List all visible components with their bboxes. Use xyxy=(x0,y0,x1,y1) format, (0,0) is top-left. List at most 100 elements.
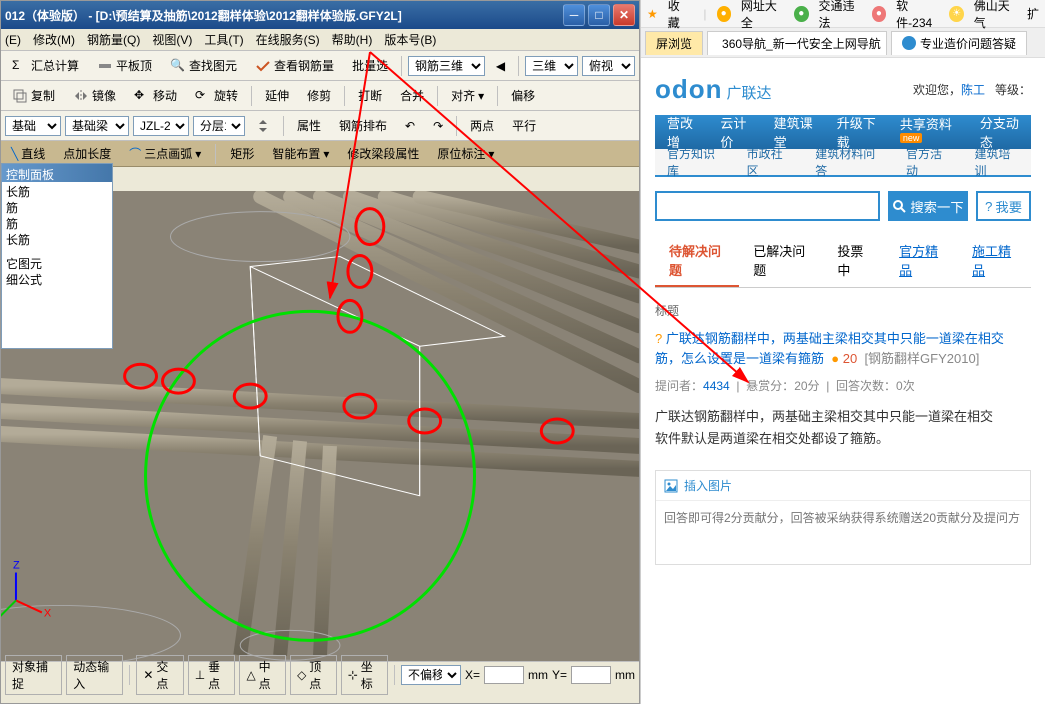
edit-beam-button[interactable]: 修改梁段属性 xyxy=(341,143,425,164)
subnav-item[interactable]: 建筑材料问答 xyxy=(803,145,894,179)
browser-tab[interactable]: 360导航_新一代安全上网导航 xyxy=(707,31,887,55)
insert-picture-button[interactable]: 插入图片 xyxy=(656,471,1030,501)
menu-tools[interactable]: 工具(T) xyxy=(204,31,243,48)
question-tag: [钢筋翻样GFY2010] xyxy=(864,351,979,366)
mirror-button[interactable]: 镜像 xyxy=(66,84,123,107)
rect-button[interactable]: 矩形 xyxy=(224,143,260,164)
category-select[interactable]: 基础 xyxy=(5,116,61,136)
maximize-button[interactable]: □ xyxy=(588,4,610,26)
menu-view[interactable]: 视图(V) xyxy=(152,31,192,48)
fav-link-siteall[interactable]: 网址大全 xyxy=(741,0,784,31)
flat-top-button[interactable]: 平板顶 xyxy=(90,54,159,77)
fav-link-more[interactable]: 扩 xyxy=(1027,5,1039,22)
minimize-button[interactable]: ─ xyxy=(563,4,585,26)
check-rebar-button[interactable]: 查看钢筋量 xyxy=(248,54,341,77)
search-input[interactable] xyxy=(655,191,880,221)
menu-online[interactable]: 在线服务(S) xyxy=(256,31,320,48)
dyn-input-button[interactable]: 动态输入 xyxy=(66,655,123,695)
subnav-item[interactable]: 建筑培训 xyxy=(963,145,1032,179)
ask-button[interactable]: ?我要 xyxy=(976,191,1031,221)
osnap-button[interactable]: 对象捕捉 xyxy=(5,655,62,695)
trim-button[interactable]: 修剪 xyxy=(300,84,338,107)
snap-peak-button[interactable]: ◇ 顶点 xyxy=(290,655,337,695)
redo-button[interactable]: ↷ xyxy=(426,116,450,136)
x-input[interactable] xyxy=(484,666,524,684)
nav-prev-button[interactable]: ◀ xyxy=(489,56,512,76)
browser-tab[interactable]: 屏浏览 xyxy=(645,31,703,55)
user-link[interactable]: 陈工 xyxy=(961,83,985,97)
type-select[interactable]: 基础梁 xyxy=(65,116,129,136)
question-title: ? 广联达钢筋翻样中，两基础主梁相交其中只能一道梁在相交 筋，怎么设置是一道梁有… xyxy=(655,329,1031,369)
panel-item[interactable]: 筋 xyxy=(6,200,108,216)
search-button[interactable]: 搜索一下 xyxy=(888,191,968,221)
browser-tab[interactable]: 专业造价问题答疑 xyxy=(891,31,1027,55)
panel-item[interactable]: 长筋 xyxy=(6,232,108,248)
rebar-3d-select[interactable]: 钢筋三维 xyxy=(408,56,485,76)
offset-mode-select[interactable]: 不偏移 xyxy=(401,665,461,685)
menu-version[interactable]: 版本号(B) xyxy=(384,31,436,48)
mm-label: mm xyxy=(615,668,635,682)
subnav-item[interactable]: 官方活动 xyxy=(894,145,963,179)
extend-button[interactable]: 延伸 xyxy=(258,84,296,107)
subnav-item[interactable]: 市政社区 xyxy=(735,145,804,179)
question-link[interactable]: 筋，怎么设置是一道梁有箍筋 xyxy=(655,351,824,366)
batch-select-button[interactable]: 批量选 xyxy=(345,54,395,77)
tab-official[interactable]: 官方精品 xyxy=(885,235,958,287)
line-button[interactable]: ╲ 直线 xyxy=(5,143,51,164)
parallel-button[interactable]: 平行 xyxy=(505,114,543,137)
spinner-button[interactable] xyxy=(249,115,277,137)
find-shape-button[interactable]: 🔍查找图元 xyxy=(163,54,244,77)
calc-button[interactable]: Σ汇总计算 xyxy=(5,54,86,77)
rotate-button[interactable]: ⟳旋转 xyxy=(188,84,245,107)
fav-link-software[interactable]: 软件-234 xyxy=(896,0,939,31)
panel-item[interactable]: 细公式 xyxy=(6,272,108,288)
smart-place-button[interactable]: 智能布置 ▾ xyxy=(266,143,335,164)
split-button[interactable]: 打断 xyxy=(351,84,389,107)
tab-voting[interactable]: 投票中 xyxy=(823,235,885,287)
tab-pending[interactable]: 待解决问题 xyxy=(655,235,739,287)
offset-button[interactable]: 偏移 xyxy=(504,84,542,107)
tab-solved[interactable]: 已解决问题 xyxy=(739,235,823,287)
perspective-select[interactable]: 俯视 xyxy=(582,56,635,76)
menu-edit[interactable]: (E) xyxy=(5,33,21,47)
snap-perpend-button[interactable]: ⊥ 垂点 xyxy=(188,655,236,695)
layer-select[interactable]: 分层1 xyxy=(193,116,245,136)
panel-item[interactable]: 长筋 xyxy=(6,184,108,200)
undo-button[interactable]: ↶ xyxy=(398,116,422,136)
tab-construction[interactable]: 施工精品 xyxy=(958,235,1031,287)
site-logo: odon xyxy=(655,74,723,105)
subnav-item[interactable]: 官方知识库 xyxy=(655,145,735,179)
origin-annotation-button[interactable]: 原位标注 ▾ xyxy=(431,143,500,164)
align-button[interactable]: 对齐 ▾ xyxy=(444,84,491,107)
fav-label[interactable]: 收藏 xyxy=(668,0,690,31)
snap-intersect-button[interactable]: ✕ 交点 xyxy=(136,655,183,695)
control-panel[interactable]: 控制面板 长筋 筋 筋 长筋 它图元 细公式 xyxy=(1,163,113,349)
question-link[interactable]: 广联达钢筋翻样中，两基础主梁相交其中只能一道梁在相交 xyxy=(666,331,1004,346)
panel-item[interactable]: 它图元 xyxy=(6,256,108,272)
y-label: Y= xyxy=(552,668,567,682)
move-button[interactable]: ✥移动 xyxy=(127,84,184,107)
y-input[interactable] xyxy=(571,666,611,684)
attributes-button[interactable]: 属性 xyxy=(290,114,328,137)
arc-button[interactable]: ⌒ 三点画弧 ▾ xyxy=(123,143,207,164)
two-point-button[interactable]: 两点 xyxy=(463,114,501,137)
add-length-button[interactable]: 点加长度 xyxy=(57,143,117,164)
answer-textarea[interactable] xyxy=(656,501,1030,561)
close-button[interactable]: ✕ xyxy=(613,4,635,26)
asker-link[interactable]: 4434 xyxy=(703,379,730,393)
copy-button[interactable]: 复制 xyxy=(5,84,62,107)
merge-button[interactable]: 合并 xyxy=(393,84,431,107)
snap-mid-button[interactable]: △ 中点 xyxy=(239,655,286,695)
panel-item[interactable]: 筋 xyxy=(6,216,108,232)
snap-coord-button[interactable]: ⊹ 坐标 xyxy=(341,655,388,695)
window-titlebar[interactable]: 012（体验版） - [D:\预结算及抽筋\2012翻样体验\2012翻样体验版… xyxy=(1,1,639,29)
menu-modify[interactable]: 修改(M) xyxy=(33,31,75,48)
rebar-layout-button[interactable]: 钢筋排布 xyxy=(332,114,394,137)
fav-link-weather[interactable]: 佛山天气 xyxy=(974,0,1017,31)
toolbar-3: 基础 基础梁 JZL-2 分层1 属性 钢筋排布 ↶ ↷ 两点 平行 xyxy=(1,111,639,141)
view-3d-select[interactable]: 三维 xyxy=(525,56,578,76)
menu-help[interactable]: 帮助(H) xyxy=(332,31,373,48)
member-select[interactable]: JZL-2 xyxy=(133,116,189,136)
fav-link-traffic[interactable]: 交通违法 xyxy=(819,0,862,31)
menu-rebar[interactable]: 钢筋量(Q) xyxy=(87,31,140,48)
